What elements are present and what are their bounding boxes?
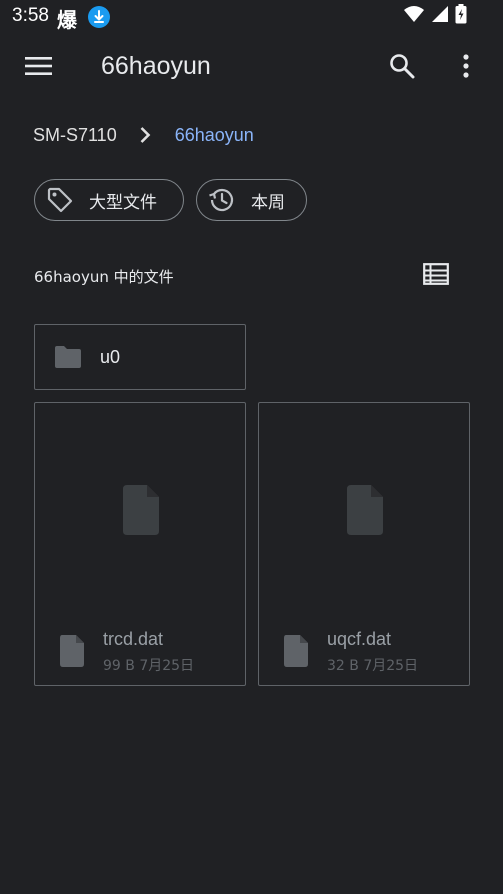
large-files-chip[interactable]: 大型文件 (34, 179, 184, 221)
breadcrumb: SM-S7110 66haoyun (33, 122, 254, 148)
menu-button[interactable] (18, 48, 60, 88)
tag-icon (45, 185, 75, 215)
file-date: 7月25日 (363, 658, 419, 674)
page-title: 66haoyun (101, 52, 211, 80)
status-bar: 3:58 爆 (0, 0, 503, 34)
file-icon (283, 635, 309, 667)
status-time: 3:58 (12, 5, 49, 26)
list-view-toggle-button[interactable] (418, 258, 454, 294)
more-vert-icon (462, 53, 470, 83)
list-view-icon (423, 263, 449, 289)
file-name: uqcf.dat (327, 629, 392, 649)
chip-label: 大型文件 (89, 192, 157, 213)
folder-card[interactable]: u0 (34, 324, 246, 390)
more-options-button[interactable] (446, 48, 486, 88)
chevron-right-icon (139, 126, 151, 144)
file-card[interactable]: trcd.dat 99 B 7月25日 (34, 402, 246, 686)
this-week-chip[interactable]: 本周 (196, 179, 307, 221)
download-icon (88, 6, 110, 28)
file-icon (121, 485, 161, 535)
breadcrumb-current[interactable]: 66haoyun (175, 125, 254, 146)
search-icon (389, 53, 415, 83)
file-icon (345, 485, 385, 535)
menu-icon (25, 56, 53, 80)
chip-label: 本周 (251, 192, 285, 213)
file-size: 99 B (103, 658, 135, 674)
file-meta: 99 B 7月25日 (103, 655, 194, 675)
app-bar: 66haoyun (0, 34, 503, 102)
file-date: 7月25日 (139, 658, 195, 674)
status-app-glyph: 爆 (57, 8, 77, 32)
screen: 3:58 爆 66haoyun SM-S7110 66haoyun 大型文件 本… (0, 0, 503, 894)
file-name: trcd.dat (103, 629, 164, 649)
file-meta: 32 B 7月25日 (327, 655, 418, 675)
search-button[interactable] (382, 48, 422, 88)
folder-icon (53, 345, 83, 369)
wifi-icon (403, 5, 425, 27)
breadcrumb-root[interactable]: SM-S7110 (33, 125, 117, 146)
signal-icon (431, 5, 449, 27)
folder-name: u0 (100, 347, 121, 367)
file-card[interactable]: uqcf.dat 32 B 7月25日 (258, 402, 470, 686)
status-icons (403, 4, 467, 28)
file-icon (59, 635, 85, 667)
file-size: 32 B (327, 658, 359, 674)
history-icon (207, 185, 237, 215)
section-title: 66haoyun 中的文件 (34, 268, 174, 286)
battery-charging-icon (455, 4, 467, 28)
